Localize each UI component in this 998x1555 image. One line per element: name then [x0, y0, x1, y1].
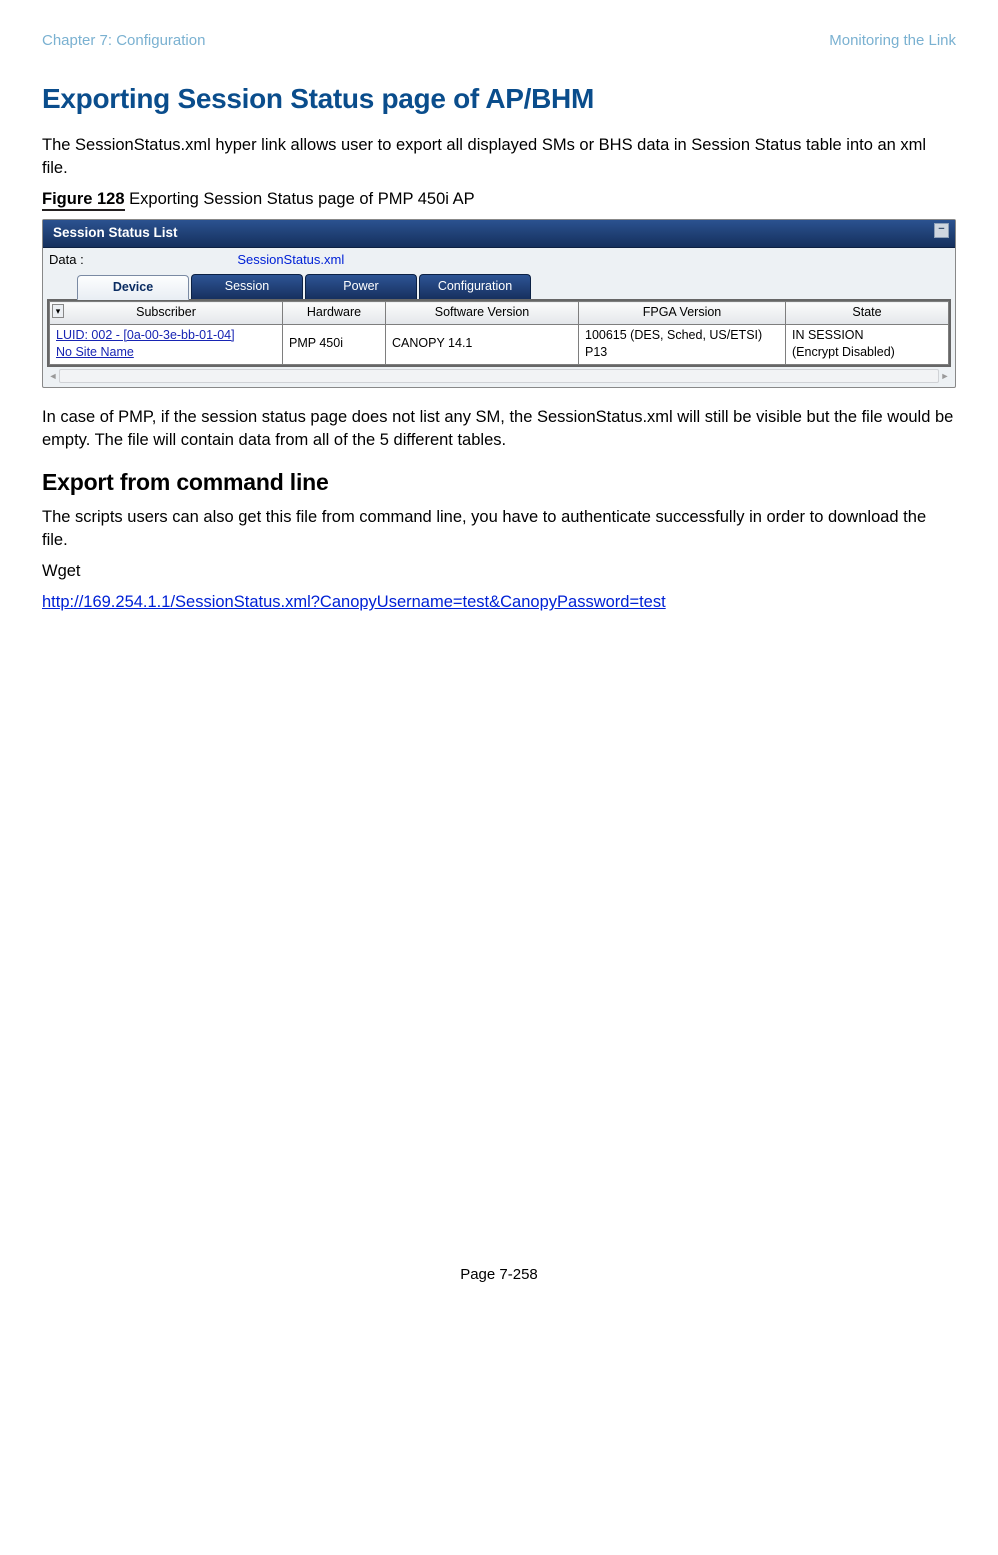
data-label: Data :: [49, 252, 84, 267]
wget-url-link[interactable]: http://169.254.1.1/SessionStatus.xml?Can…: [42, 593, 666, 611]
tab-bar: Device Session Power Configuration: [43, 272, 955, 300]
paragraph-wget: Wget: [42, 560, 956, 583]
table-row: LUID: 002 - [0a-00-3e-bb-01-04] No Site …: [50, 324, 949, 364]
cell-state: IN SESSION (Encrypt Disabled): [786, 324, 949, 364]
data-row: Data : SessionStatus.xml: [43, 248, 955, 271]
scroll-right-icon[interactable]: ►: [939, 370, 951, 382]
cell-fpga: 100615 (DES, Sched, US/ETSI) P13: [579, 324, 786, 364]
page-number: Page 7-258: [42, 1264, 956, 1285]
horizontal-scrollbar[interactable]: ◄ ►: [47, 369, 951, 383]
panel-header: Session Status List −: [43, 220, 955, 248]
sort-arrow-icon[interactable]: ▾: [52, 304, 64, 318]
site-name-link[interactable]: No Site Name: [56, 345, 134, 359]
figure-caption: Figure 128 Exporting Session Status page…: [42, 188, 956, 211]
paragraph-pmp-note: In case of PMP, if the session status pa…: [42, 406, 956, 452]
tab-device[interactable]: Device: [77, 275, 189, 301]
screenshot-session-status: Session Status List − Data : SessionStat…: [42, 219, 956, 387]
col-subscriber[interactable]: ▾Subscriber: [50, 302, 283, 325]
session-status-xml-link[interactable]: SessionStatus.xml: [237, 252, 344, 267]
paragraph-intro: The SessionStatus.xml hyper link allows …: [42, 134, 956, 180]
luid-link[interactable]: LUID: 002 - [0a-00-3e-bb-01-04]: [56, 328, 235, 342]
tab-session[interactable]: Session: [191, 274, 303, 300]
page-header: Chapter 7: Configuration Monitoring the …: [42, 30, 956, 51]
scroll-left-icon[interactable]: ◄: [47, 370, 59, 382]
scrollbar-track[interactable]: [59, 369, 939, 383]
col-state[interactable]: State: [786, 302, 949, 325]
paragraph-url: http://169.254.1.1/SessionStatus.xml?Can…: [42, 591, 956, 614]
paragraph-scripts: The scripts users can also get this file…: [42, 506, 956, 552]
figure-caption-text: Exporting Session Status page of PMP 450…: [125, 190, 475, 208]
col-software[interactable]: Software Version: [386, 302, 579, 325]
panel-title: Session Status List: [53, 225, 178, 240]
collapse-icon[interactable]: −: [934, 223, 949, 238]
col-hardware[interactable]: Hardware: [283, 302, 386, 325]
cell-software: CANOPY 14.1: [386, 324, 579, 364]
heading-2: Export from command line: [42, 466, 956, 498]
table-header-row: ▾Subscriber Hardware Software Version FP…: [50, 302, 949, 325]
tab-configuration[interactable]: Configuration: [419, 274, 531, 300]
header-right: Monitoring the Link: [829, 30, 956, 51]
col-fpga[interactable]: FPGA Version: [579, 302, 786, 325]
header-left: Chapter 7: Configuration: [42, 30, 205, 51]
figure-number: Figure 128: [42, 190, 125, 211]
tab-power[interactable]: Power: [305, 274, 417, 300]
session-table: ▾Subscriber Hardware Software Version FP…: [49, 301, 949, 365]
table-wrap: ▾Subscriber Hardware Software Version FP…: [47, 299, 951, 367]
heading-1: Exporting Session Status page of AP/BHM: [42, 79, 956, 118]
cell-subscriber: LUID: 002 - [0a-00-3e-bb-01-04] No Site …: [50, 324, 283, 364]
cell-hardware: PMP 450i: [283, 324, 386, 364]
